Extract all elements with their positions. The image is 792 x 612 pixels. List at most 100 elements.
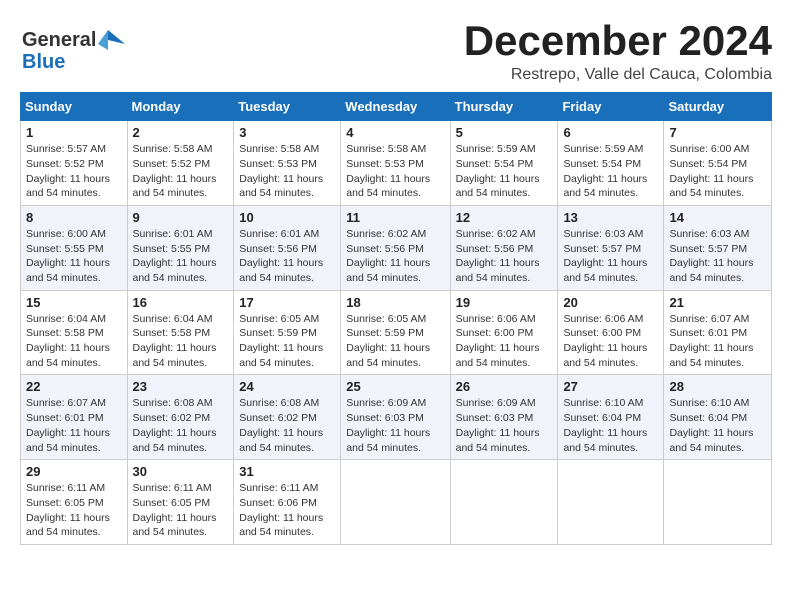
day-number-22: 22 bbox=[26, 379, 122, 394]
day-info-16: Sunrise: 6:04 AM Sunset: 5:58 PM Dayligh… bbox=[133, 312, 229, 371]
day-info-28: Sunrise: 6:10 AM Sunset: 6:04 PM Dayligh… bbox=[669, 396, 766, 455]
day-number-9: 9 bbox=[133, 210, 229, 225]
day-info-3: Sunrise: 5:58 AM Sunset: 5:53 PM Dayligh… bbox=[239, 142, 335, 201]
cell-0-3: 4 Sunrise: 5:58 AM Sunset: 5:53 PM Daylig… bbox=[341, 121, 450, 206]
day-info-27: Sunrise: 6:10 AM Sunset: 6:04 PM Dayligh… bbox=[563, 396, 658, 455]
cell-0-0: 1 Sunrise: 5:57 AM Sunset: 5:52 PM Daylig… bbox=[21, 121, 128, 206]
day-number-26: 26 bbox=[456, 379, 553, 394]
day-info-26: Sunrise: 6:09 AM Sunset: 6:03 PM Dayligh… bbox=[456, 396, 553, 455]
day-number-20: 20 bbox=[563, 295, 658, 310]
day-number-10: 10 bbox=[239, 210, 335, 225]
day-info-25: Sunrise: 6:09 AM Sunset: 6:03 PM Dayligh… bbox=[346, 396, 444, 455]
cell-2-1: 16 Sunrise: 6:04 AM Sunset: 5:58 PM Dayli… bbox=[127, 290, 234, 375]
calendar-header: Sunday Monday Tuesday Wednesday Thursday… bbox=[21, 93, 772, 121]
day-info-18: Sunrise: 6:05 AM Sunset: 5:59 PM Dayligh… bbox=[346, 312, 444, 371]
cell-0-5: 6Sunrise: 5:59 AM Sunset: 5:54 PM Daylig… bbox=[558, 121, 664, 206]
day-info-1: Sunrise: 5:57 AM Sunset: 5:52 PM Dayligh… bbox=[26, 142, 122, 201]
cell-2-3: 18 Sunrise: 6:05 AM Sunset: 5:59 PM Dayli… bbox=[341, 290, 450, 375]
day-info-30: Sunrise: 6:11 AM Sunset: 6:05 PM Dayligh… bbox=[133, 481, 229, 540]
cell-3-1: 23 Sunrise: 6:08 AM Sunset: 6:02 PM Dayli… bbox=[127, 375, 234, 460]
col-wednesday: Wednesday bbox=[341, 93, 450, 121]
day-number-19: 19 bbox=[456, 295, 553, 310]
week-row-5: 29Sunrise: 6:11 AM Sunset: 6:05 PM Dayli… bbox=[21, 460, 772, 545]
cell-1-4: 12 Sunrise: 6:02 AM Sunset: 5:56 PM Dayli… bbox=[450, 205, 558, 290]
header-row: Sunday Monday Tuesday Wednesday Thursday… bbox=[21, 93, 772, 121]
cell-0-4: 5 Sunrise: 5:59 AM Sunset: 5:54 PM Daylig… bbox=[450, 121, 558, 206]
day-number-21: 21 bbox=[669, 295, 766, 310]
day-info-10: Sunrise: 6:01 AM Sunset: 5:56 PM Dayligh… bbox=[239, 227, 335, 286]
cell-4-5 bbox=[558, 460, 664, 545]
cell-2-4: 19 Sunrise: 6:06 AM Sunset: 6:00 PM Dayli… bbox=[450, 290, 558, 375]
cell-4-6 bbox=[664, 460, 772, 545]
day-info-19: Sunrise: 6:06 AM Sunset: 6:00 PM Dayligh… bbox=[456, 312, 553, 371]
day-number-12: 12 bbox=[456, 210, 553, 225]
cell-4-3 bbox=[341, 460, 450, 545]
month-title: December 2024 bbox=[464, 18, 772, 64]
cell-3-5: 27Sunrise: 6:10 AM Sunset: 6:04 PM Dayli… bbox=[558, 375, 664, 460]
day-info-24: Sunrise: 6:08 AM Sunset: 6:02 PM Dayligh… bbox=[239, 396, 335, 455]
day-info-11: Sunrise: 6:02 AM Sunset: 5:56 PM Dayligh… bbox=[346, 227, 444, 286]
day-number-5: 5 bbox=[456, 125, 553, 140]
cell-3-0: 22 Sunrise: 6:07 AM Sunset: 6:01 PM Dayli… bbox=[21, 375, 128, 460]
day-number-16: 16 bbox=[133, 295, 229, 310]
cell-4-2: 31Sunrise: 6:11 AM Sunset: 6:06 PM Dayli… bbox=[234, 460, 341, 545]
cell-2-2: 17Sunrise: 6:05 AM Sunset: 5:59 PM Dayli… bbox=[234, 290, 341, 375]
cell-3-4: 26 Sunrise: 6:09 AM Sunset: 6:03 PM Dayli… bbox=[450, 375, 558, 460]
day-number-7: 7 bbox=[669, 125, 766, 140]
cell-1-6: 14Sunrise: 6:03 AM Sunset: 5:57 PM Dayli… bbox=[664, 205, 772, 290]
day-info-2: Sunrise: 5:58 AM Sunset: 5:52 PM Dayligh… bbox=[133, 142, 229, 201]
day-number-8: 8 bbox=[26, 210, 122, 225]
logo-text-block: General Blue bbox=[20, 22, 125, 79]
col-saturday: Saturday bbox=[664, 93, 772, 121]
cell-4-4 bbox=[450, 460, 558, 545]
day-info-5: Sunrise: 5:59 AM Sunset: 5:54 PM Dayligh… bbox=[456, 142, 553, 201]
day-number-28: 28 bbox=[669, 379, 766, 394]
col-monday: Monday bbox=[127, 93, 234, 121]
cell-3-2: 24 Sunrise: 6:08 AM Sunset: 6:02 PM Dayli… bbox=[234, 375, 341, 460]
day-number-24: 24 bbox=[239, 379, 335, 394]
logo: General Blue bbox=[20, 22, 125, 79]
cell-3-3: 25Sunrise: 6:09 AM Sunset: 6:03 PM Dayli… bbox=[341, 375, 450, 460]
day-info-13: Sunrise: 6:03 AM Sunset: 5:57 PM Dayligh… bbox=[563, 227, 658, 286]
day-number-4: 4 bbox=[346, 125, 444, 140]
day-info-4: Sunrise: 5:58 AM Sunset: 5:53 PM Dayligh… bbox=[346, 142, 444, 201]
cell-0-2: 3 Sunrise: 5:58 AM Sunset: 5:53 PM Daylig… bbox=[234, 121, 341, 206]
day-number-15: 15 bbox=[26, 295, 122, 310]
cell-1-1: 9 Sunrise: 6:01 AM Sunset: 5:55 PM Daylig… bbox=[127, 205, 234, 290]
cell-1-3: 11Sunrise: 6:02 AM Sunset: 5:56 PM Dayli… bbox=[341, 205, 450, 290]
cell-2-5: 20 Sunrise: 6:06 AM Sunset: 6:00 PM Dayli… bbox=[558, 290, 664, 375]
cell-0-6: 7 Sunrise: 6:00 AM Sunset: 5:54 PM Daylig… bbox=[664, 121, 772, 206]
col-thursday: Thursday bbox=[450, 93, 558, 121]
day-number-13: 13 bbox=[563, 210, 658, 225]
col-sunday: Sunday bbox=[21, 93, 128, 121]
svg-text:Blue: Blue bbox=[22, 51, 65, 73]
calendar-table: Sunday Monday Tuesday Wednesday Thursday… bbox=[20, 92, 772, 545]
day-info-12: Sunrise: 6:02 AM Sunset: 5:56 PM Dayligh… bbox=[456, 227, 553, 286]
day-number-30: 30 bbox=[133, 464, 229, 479]
col-tuesday: Tuesday bbox=[234, 93, 341, 121]
day-number-2: 2 bbox=[133, 125, 229, 140]
day-info-20: Sunrise: 6:06 AM Sunset: 6:00 PM Dayligh… bbox=[563, 312, 658, 371]
week-row-4: 22 Sunrise: 6:07 AM Sunset: 6:01 PM Dayli… bbox=[21, 375, 772, 460]
day-info-7: Sunrise: 6:00 AM Sunset: 5:54 PM Dayligh… bbox=[669, 142, 766, 201]
day-number-18: 18 bbox=[346, 295, 444, 310]
day-info-22: Sunrise: 6:07 AM Sunset: 6:01 PM Dayligh… bbox=[26, 396, 122, 455]
day-info-23: Sunrise: 6:08 AM Sunset: 6:02 PM Dayligh… bbox=[133, 396, 229, 455]
day-number-23: 23 bbox=[133, 379, 229, 394]
day-info-8: Sunrise: 6:00 AM Sunset: 5:55 PM Dayligh… bbox=[26, 227, 122, 286]
cell-1-2: 10 Sunrise: 6:01 AM Sunset: 5:56 PM Dayli… bbox=[234, 205, 341, 290]
day-number-1: 1 bbox=[26, 125, 122, 140]
day-info-21: Sunrise: 6:07 AM Sunset: 6:01 PM Dayligh… bbox=[669, 312, 766, 371]
location: Restrepo, Valle del Cauca, Colombia bbox=[464, 66, 772, 84]
day-number-6: 6 bbox=[563, 125, 658, 140]
day-number-3: 3 bbox=[239, 125, 335, 140]
svg-text:General: General bbox=[22, 29, 96, 51]
day-info-9: Sunrise: 6:01 AM Sunset: 5:55 PM Dayligh… bbox=[133, 227, 229, 286]
cell-4-1: 30 Sunrise: 6:11 AM Sunset: 6:05 PM Dayli… bbox=[127, 460, 234, 545]
cell-2-6: 21 Sunrise: 6:07 AM Sunset: 6:01 PM Dayli… bbox=[664, 290, 772, 375]
day-info-15: Sunrise: 6:04 AM Sunset: 5:58 PM Dayligh… bbox=[26, 312, 122, 371]
week-row-3: 15 Sunrise: 6:04 AM Sunset: 5:58 PM Dayli… bbox=[21, 290, 772, 375]
week-row-2: 8 Sunrise: 6:00 AM Sunset: 5:55 PM Daylig… bbox=[21, 205, 772, 290]
week-row-1: 1 Sunrise: 5:57 AM Sunset: 5:52 PM Daylig… bbox=[21, 121, 772, 206]
cell-1-0: 8 Sunrise: 6:00 AM Sunset: 5:55 PM Daylig… bbox=[21, 205, 128, 290]
